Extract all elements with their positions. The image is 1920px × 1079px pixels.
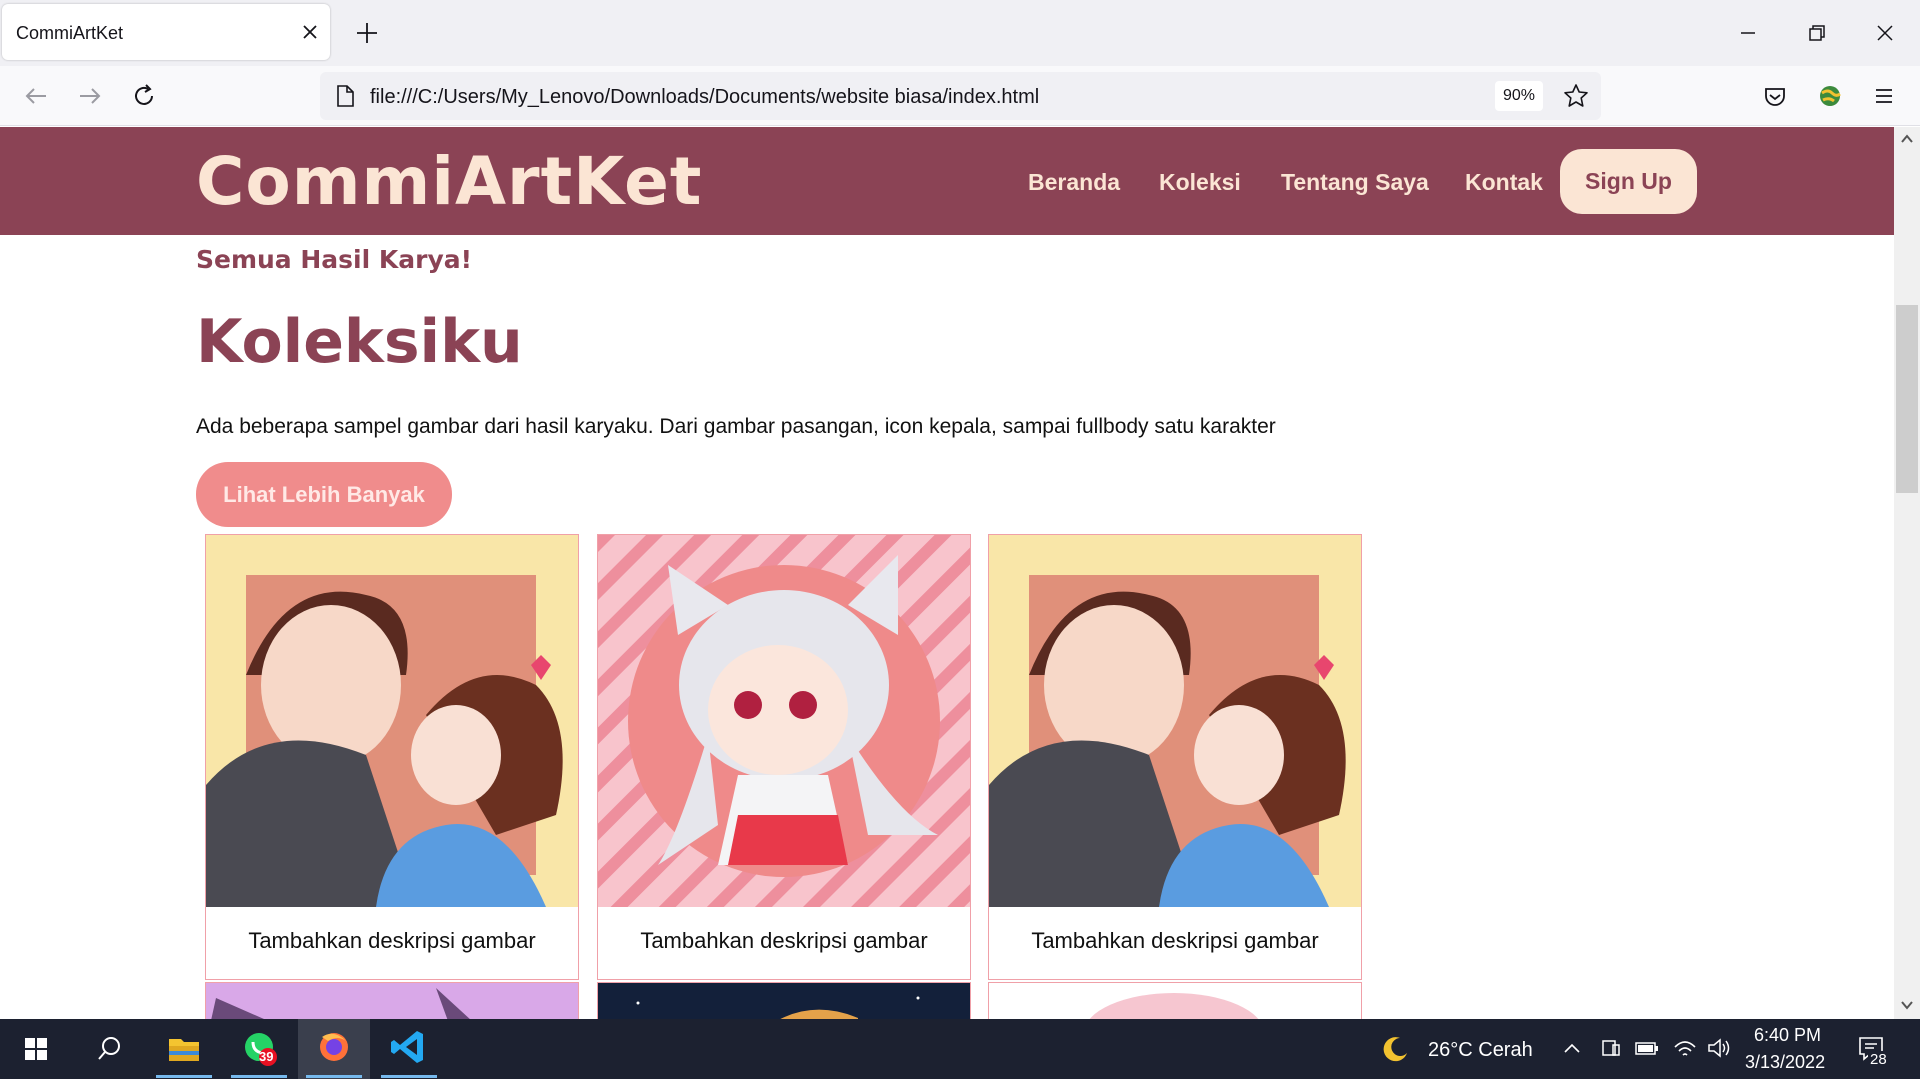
weather-moon-icon[interactable] <box>1380 1033 1412 1065</box>
site-header: CommiArtKet Beranda Koleksi Tentang Saya… <box>0 127 1894 235</box>
back-icon[interactable] <box>20 80 52 112</box>
menu-icon[interactable] <box>1868 80 1900 112</box>
purple-illustration-image <box>211 988 470 1019</box>
browser-tab[interactable]: CommiArtKet <box>2 4 330 60</box>
card-caption: Tambahkan deskripsi gambar <box>640 928 928 953</box>
volume-icon[interactable] <box>1706 1036 1732 1060</box>
page-icon <box>337 85 354 107</box>
scroll-down-icon[interactable] <box>1900 999 1914 1011</box>
browser-toolbar: file:///C:/Users/My_Lenovo/Downloads/Doc… <box>0 66 1920 126</box>
notification-count: 28 <box>1868 1051 1889 1068</box>
scroll-thumb[interactable] <box>1896 305 1918 493</box>
card-caption: Tambahkan deskripsi gambar <box>1031 928 1319 953</box>
page-title: Koleksiku <box>196 307 523 377</box>
address-bar[interactable]: file:///C:/Users/My_Lenovo/Downloads/Doc… <box>320 72 1601 120</box>
see-more-button[interactable]: Lihat Lebih Banyak <box>196 462 452 527</box>
zoom-level-badge[interactable]: 90% <box>1495 81 1543 111</box>
url-text[interactable]: file:///C:/Users/My_Lenovo/Downloads/Doc… <box>370 86 1039 109</box>
tab-strip: CommiArtKet <box>0 0 1920 66</box>
sign-up-button[interactable]: Sign Up <box>1560 149 1697 214</box>
close-tab-icon[interactable] <box>298 20 322 44</box>
vscode-icon[interactable] <box>373 1019 445 1079</box>
new-tab-icon[interactable] <box>354 20 380 46</box>
close-window-icon[interactable] <box>1870 18 1900 48</box>
pocket-icon[interactable] <box>1759 80 1791 112</box>
file-explorer-icon[interactable] <box>148 1019 220 1079</box>
firefox-icon[interactable] <box>298 1019 370 1079</box>
windows-taskbar: 39 26°C Cerah 6:40 PM 3/13/2022 28 <box>0 1019 1920 1079</box>
gallery-card[interactable]: Tambahkan deskripsi gambar <box>597 534 971 980</box>
couple-illustration-image <box>989 535 1361 907</box>
gallery-card[interactable]: Tambahkan deskripsi gambar <box>205 534 579 980</box>
battery-icon[interactable] <box>1634 1037 1660 1059</box>
nav-link-tentang-saya[interactable]: Tentang Saya <box>1281 169 1429 196</box>
gallery-card[interactable] <box>988 982 1362 1019</box>
windows-start-icon[interactable] <box>0 1019 72 1079</box>
card-caption: Tambahkan deskripsi gambar <box>248 928 536 953</box>
search-icon[interactable] <box>72 1019 144 1079</box>
night-sky-illustration-image <box>636 996 920 1019</box>
forward-icon[interactable] <box>74 80 106 112</box>
nav-link-kontak[interactable]: Kontak <box>1465 169 1543 196</box>
bookmark-star-icon[interactable] <box>1562 82 1590 110</box>
page-viewport: CommiArtKet Beranda Koleksi Tentang Saya… <box>0 127 1894 1019</box>
gallery-card[interactable] <box>205 982 579 1019</box>
tab-title: CommiArtKet <box>16 23 124 43</box>
chevron-up-icon[interactable] <box>1562 1039 1582 1059</box>
weather-text[interactable]: 26°C Cerah <box>1428 1039 1533 1062</box>
couple-illustration-image <box>206 535 578 907</box>
nav-link-koleksi[interactable]: Koleksi <box>1159 169 1241 196</box>
wifi-icon[interactable] <box>1672 1035 1698 1059</box>
scroll-up-icon[interactable] <box>1900 133 1914 145</box>
site-logo[interactable]: CommiArtKet <box>196 143 702 220</box>
pink-illustration-image <box>1089 993 1259 1019</box>
nav-link-beranda[interactable]: Beranda <box>1028 169 1120 196</box>
chibi-catgirl-illustration-image <box>598 535 970 907</box>
restore-icon[interactable] <box>1802 18 1832 48</box>
gallery-card[interactable] <box>597 982 971 1019</box>
clock-date[interactable]: 3/13/2022 <box>1745 1052 1825 1073</box>
whatsapp-unread-badge: 39 <box>259 1049 274 1064</box>
minimize-icon[interactable] <box>1733 18 1763 48</box>
intro-text: Ada beberapa sampel gambar dari hasil ka… <box>196 415 1276 438</box>
page-scrollbar[interactable] <box>1894 127 1920 1019</box>
clock-time[interactable]: 6:40 PM <box>1754 1025 1821 1046</box>
extension-globe-icon[interactable] <box>1814 80 1846 112</box>
section-subtitle: Semua Hasil Karya! <box>196 245 473 274</box>
device-icon[interactable] <box>1600 1037 1622 1059</box>
gallery-card[interactable]: Tambahkan deskripsi gambar <box>988 534 1362 980</box>
reload-icon[interactable] <box>128 80 160 112</box>
